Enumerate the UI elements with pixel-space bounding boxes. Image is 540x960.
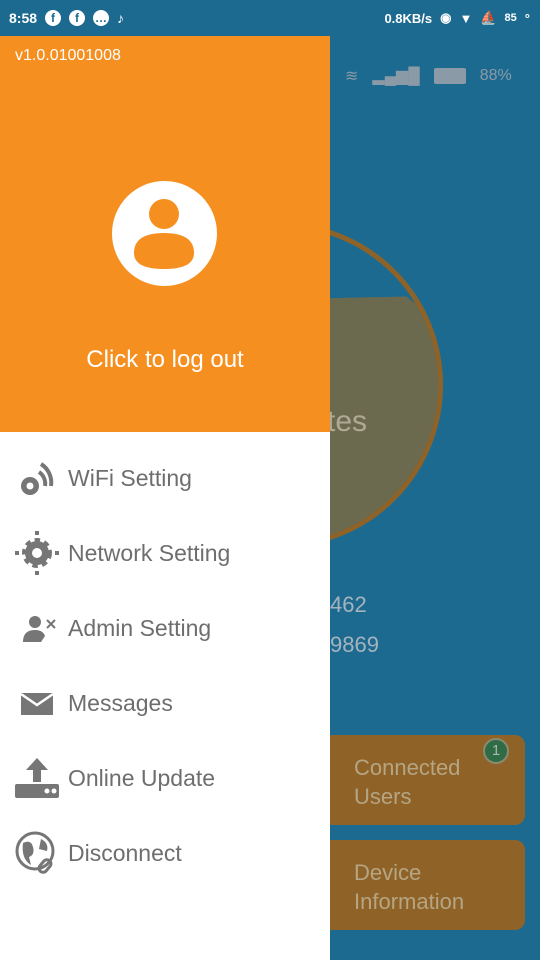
wifi-icon: ≋ [345,68,359,85]
menu-item-network-setting[interactable]: Network Setting [0,523,330,583]
device-status: ≋ ▂▄▆█ 88% [345,66,512,86]
dot-icon: ° [524,10,530,26]
battery-level: 85 [504,12,517,24]
envelope-icon [20,692,54,715]
count-badge: 1 [483,738,509,764]
signal-icon: ▂▄▆█ [372,68,420,85]
menu-label: Messages [68,689,173,716]
upload-icon [15,758,59,798]
menu-label: Online Update [68,764,216,791]
battery-percent: 88% [479,67,512,84]
battery-icon: ⛵ [480,10,497,25]
menu-label: Network Setting [68,539,231,566]
chart-label: tes [327,405,368,438]
tiktok-icon: ♪ [117,10,125,26]
value-1: 462 [330,592,367,617]
facebook-icon: f [45,10,62,26]
wifi-icon: ▼ [459,10,473,26]
clock: 8:58 [9,10,38,26]
connected-users-button[interactable]: Connected Users 1 [300,735,525,825]
facebook-icon: f [69,10,86,26]
battery-icon [433,68,466,84]
value-2: 9869 [330,632,379,657]
drawer-header: v1.0.01001008 Click to log out [0,36,330,432]
card-label: Information [354,889,465,914]
status-bar: 8:58 f f … ♪ 0.8KB/s ◉ ▼ ⛵ 85 ° [0,0,540,36]
menu-label: Admin Setting [68,614,212,641]
version-label: v1.0.01001008 [15,47,121,64]
menu-item-messages[interactable]: Messages [0,673,330,733]
gear-icon [15,531,59,575]
menu-item-disconnect[interactable]: Disconnect [0,823,330,883]
data-saver-icon: ◉ [440,10,452,25]
menu-item-admin-setting[interactable]: Admin Setting [0,598,330,658]
card-label: Users [354,784,412,809]
menu-item-wifi-setting[interactable]: WiFi Setting [0,448,330,508]
globe-link-icon [15,831,55,874]
menu-item-online-update[interactable]: Online Update [0,748,330,808]
menu-label: Disconnect [68,839,182,866]
card-label: Device [354,860,422,885]
network-speed: 0.8KB/s [384,10,433,26]
wifi-gear-icon [21,462,54,495]
chat-icon: … [93,10,110,26]
menu-label: WiFi Setting [68,464,192,491]
avatar[interactable] [112,181,217,286]
admin-icon [23,616,56,642]
navigation-drawer: v1.0.01001008 Click to log out WiFi Sett… [0,36,330,960]
device-information-button[interactable]: Device Information [300,840,525,930]
logout-button[interactable]: Click to log out [0,346,330,374]
